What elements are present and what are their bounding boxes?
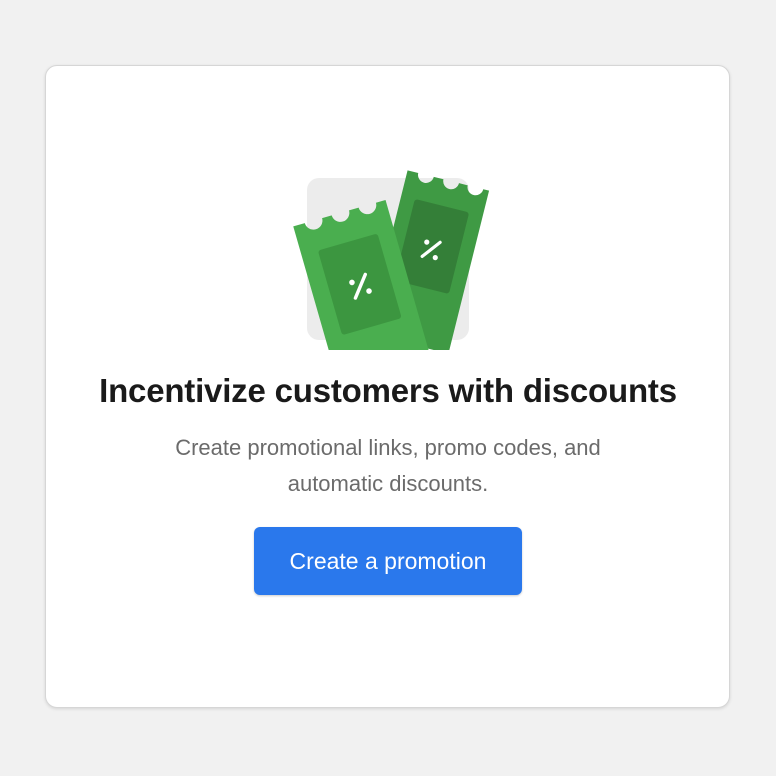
discount-tickets-icon xyxy=(293,170,490,350)
empty-state-title: Incentivize customers with discounts xyxy=(99,372,677,409)
create-promotion-button[interactable]: Create a promotion xyxy=(254,527,522,595)
empty-state-description: Create promotional links, promo codes, a… xyxy=(175,435,601,496)
